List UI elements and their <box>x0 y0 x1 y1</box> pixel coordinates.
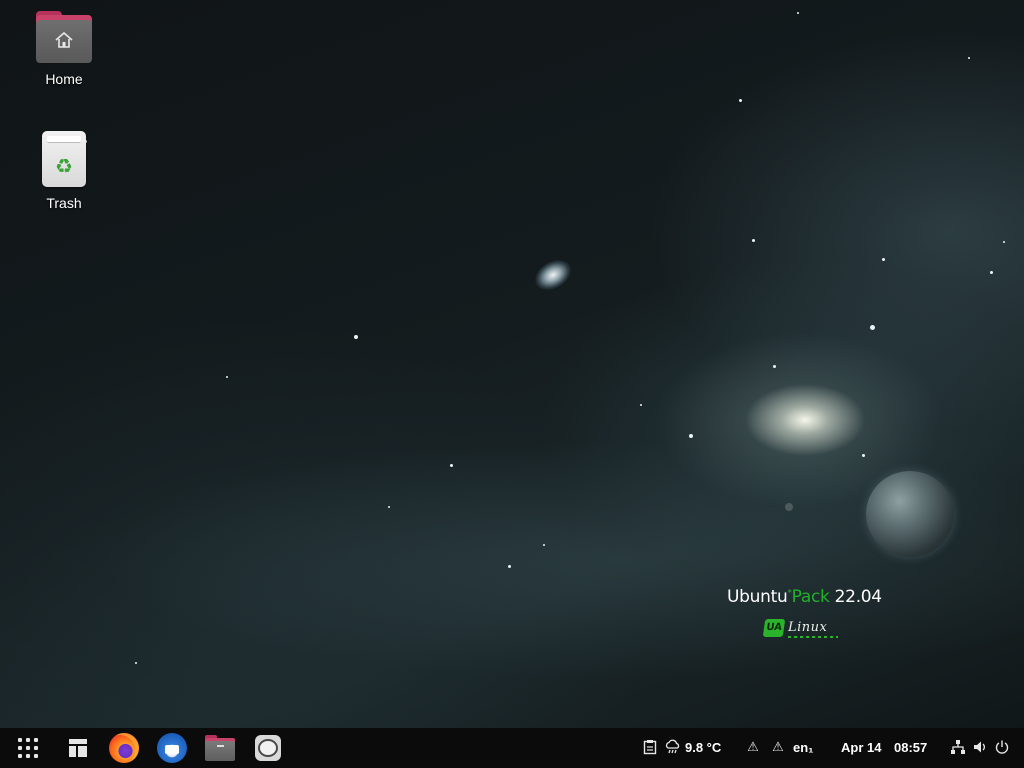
star <box>354 335 358 339</box>
volume-icon[interactable] <box>972 739 988 757</box>
small-galaxy <box>530 254 576 296</box>
clock-time[interactable]: 08:57 <box>894 739 927 757</box>
recycle-icon: ♻ <box>55 154 73 178</box>
warning-icon[interactable]: ⚠ <box>745 739 761 757</box>
star <box>870 325 875 330</box>
star <box>135 662 137 664</box>
weather-rain-icon[interactable] <box>665 739 681 757</box>
power-icon[interactable] <box>994 739 1010 757</box>
taskbar: 9.8 °C ⚠ ⚠ en₁ Apr 14 08:57 <box>0 728 1024 768</box>
app-grid-icon <box>18 738 38 758</box>
house-icon <box>55 31 73 48</box>
star <box>968 57 970 59</box>
desktop-icon-home[interactable]: Home <box>19 11 109 87</box>
clipboard-icon[interactable] <box>642 739 658 757</box>
star <box>990 271 993 274</box>
thunderbird-icon <box>157 733 187 763</box>
desktop-wallpaper: Home ♻ Trash Ubuntu*Pack 22.04 UA Linux <box>0 0 1024 768</box>
thunderbird-launcher[interactable] <box>156 732 188 764</box>
star <box>1003 241 1005 243</box>
star <box>640 404 642 406</box>
ua-logo-underline <box>788 636 838 638</box>
desktop-icon-label: Trash <box>46 195 82 211</box>
desktop-icon-label: Home <box>45 71 83 87</box>
window-layout-button[interactable] <box>62 732 94 764</box>
firefox-launcher[interactable] <box>108 732 140 764</box>
planet <box>866 471 954 557</box>
distro-brand: Ubuntu*Pack 22.04 <box>727 587 887 607</box>
star <box>543 544 545 546</box>
ua-badge: UA <box>762 619 786 637</box>
star <box>739 99 742 102</box>
star <box>388 506 390 508</box>
chat-icon <box>255 735 281 761</box>
trash-icon: ♻ <box>42 131 86 187</box>
home-folder-icon <box>36 11 92 63</box>
files-icon <box>205 735 235 761</box>
star <box>450 464 453 467</box>
desktop-icon-trash[interactable]: ♻ Trash <box>19 131 109 211</box>
files-launcher[interactable] <box>204 732 236 764</box>
star <box>752 239 755 242</box>
brand-name: Ubuntu <box>727 587 788 607</box>
star <box>226 376 228 378</box>
window-layout-icon <box>69 739 87 757</box>
star <box>882 258 885 261</box>
brand-accent: Pack <box>791 587 830 607</box>
weather-temperature[interactable]: 9.8 °C <box>685 739 721 757</box>
firefox-icon <box>109 733 139 763</box>
warning-icon[interactable]: ⚠ <box>770 739 786 757</box>
ua-logo-text: Linux <box>788 620 828 635</box>
ualinux-logo: UA Linux <box>762 619 844 639</box>
chat-launcher[interactable] <box>252 732 284 764</box>
star <box>862 454 865 457</box>
star <box>689 434 693 438</box>
star <box>773 365 776 368</box>
star <box>508 565 511 568</box>
brand-version: 22.04 <box>834 587 882 607</box>
keyboard-layout-indicator[interactable]: en₁ <box>793 739 814 757</box>
star <box>797 12 799 14</box>
small-moon <box>785 503 793 511</box>
show-applications-button[interactable] <box>12 732 44 764</box>
network-icon[interactable] <box>950 739 966 757</box>
clock-date[interactable]: Apr 14 <box>841 739 881 757</box>
